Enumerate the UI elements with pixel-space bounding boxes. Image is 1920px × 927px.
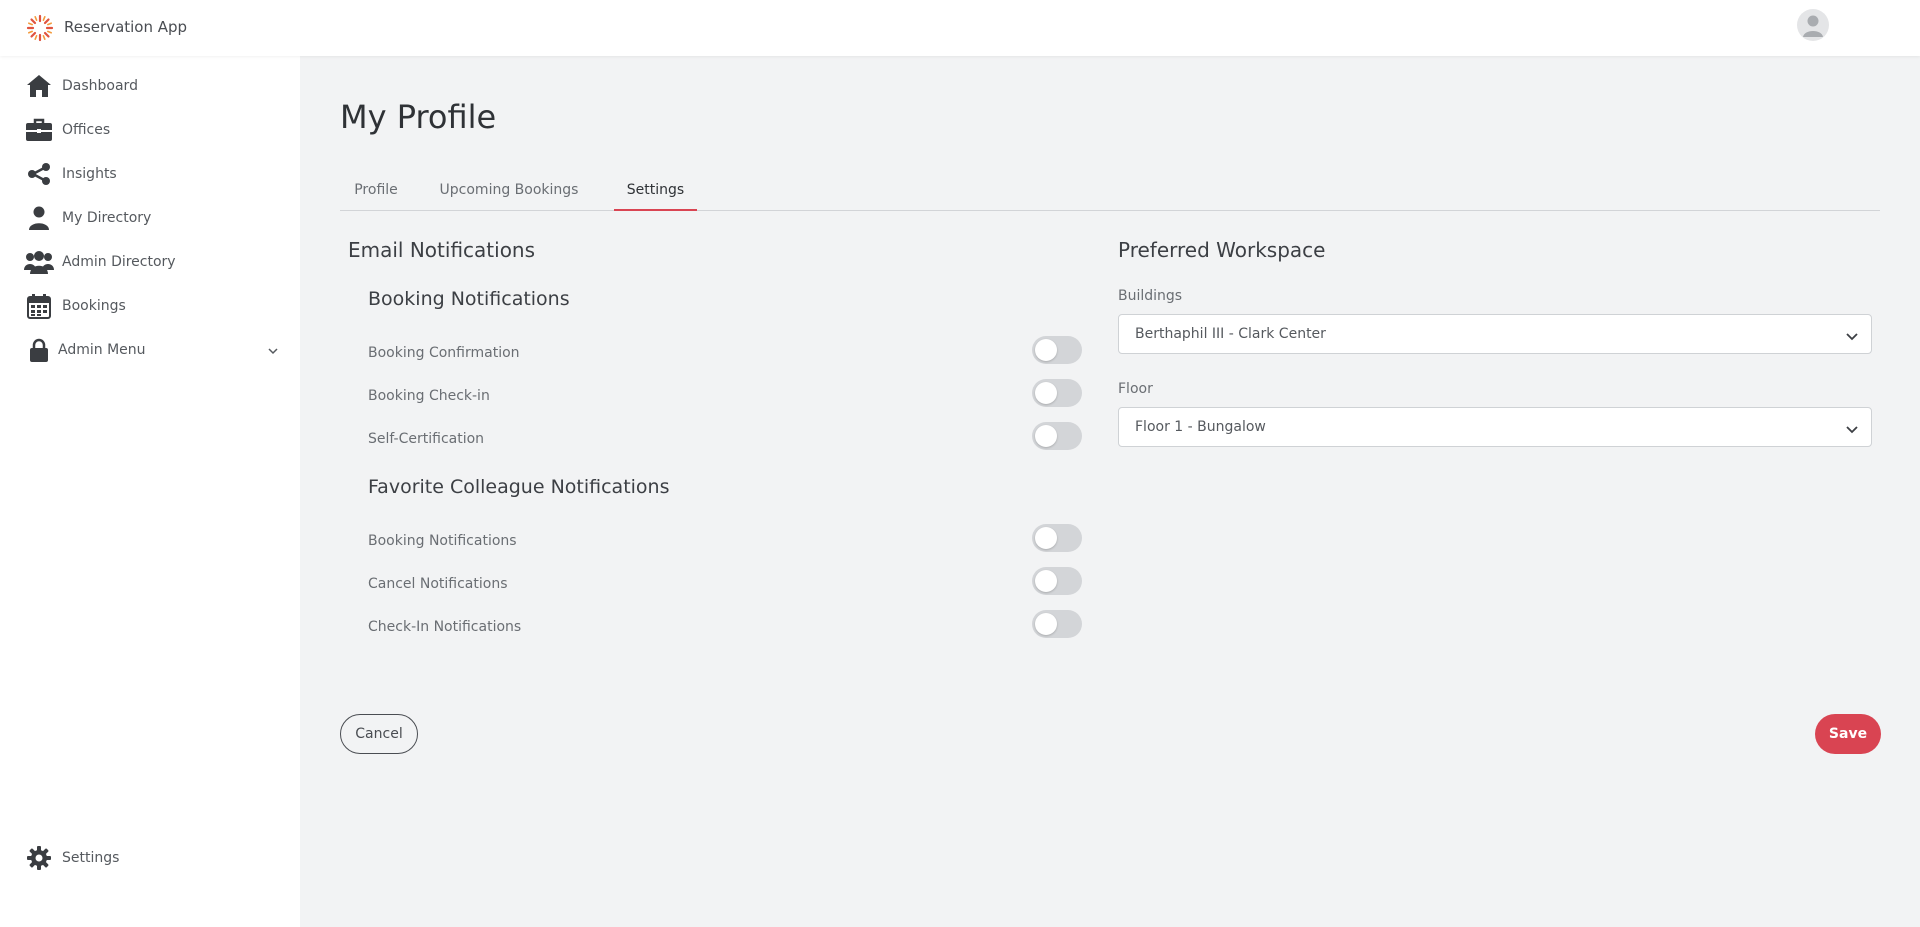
chevron-down-icon	[1845, 421, 1859, 435]
sidebar-item-admin-menu[interactable]: Admin Menu	[0, 330, 300, 370]
user-icon	[24, 203, 54, 233]
tab-profile[interactable]: Profile	[340, 170, 412, 211]
buildings-label: Buildings	[1118, 288, 1183, 304]
buildings-selected-value: Berthaphil III - Clark Center	[1135, 326, 1326, 342]
booking-confirmation-label: Booking Confirmation	[368, 345, 520, 361]
sidebar-item-label: Admin Directory	[62, 254, 176, 270]
sidebar-settings-label: Settings	[62, 850, 120, 866]
check-in-notifications-label: Check-In Notifications	[368, 619, 522, 635]
sidebar-item-bookings[interactable]: Bookings	[0, 286, 300, 326]
self-certification-label: Self-Certification	[368, 431, 485, 447]
buildings-select[interactable]: Berthaphil III - Clark Center	[1118, 314, 1872, 354]
app-title: Reservation App	[64, 18, 188, 36]
sidebar: Dashboard Offices Insights My Directory …	[0, 56, 300, 927]
booking-check-in-toggle[interactable]	[1032, 379, 1082, 407]
cancel-button[interactable]: Cancel	[340, 714, 418, 754]
briefcase-icon	[24, 115, 54, 145]
self-certification-toggle[interactable]	[1032, 422, 1082, 450]
colleague-booking-notifications-toggle[interactable]	[1032, 524, 1082, 552]
booking-check-in-label: Booking Check-in	[368, 388, 490, 404]
booking-confirmation-toggle[interactable]	[1032, 336, 1082, 364]
calendar-icon	[24, 291, 54, 321]
sidebar-item-my-directory[interactable]: My Directory	[0, 198, 300, 238]
user-avatar[interactable]	[1797, 9, 1829, 41]
sidebar-item-offices[interactable]: Offices	[0, 110, 300, 150]
sidebar-item-settings[interactable]: Settings	[0, 838, 300, 878]
toggle-knob	[1035, 613, 1057, 635]
sidebar-item-label: Insights	[62, 166, 117, 182]
top-bar: Reservation App	[0, 0, 1920, 56]
sidebar-item-label: Dashboard	[62, 78, 138, 94]
tab-bar: Profile Upcoming Bookings Settings	[340, 170, 1880, 211]
cancel-notifications-label: Cancel Notifications	[368, 576, 508, 592]
sidebar-item-label: Offices	[62, 122, 111, 138]
email-notifications-heading: Email Notifications	[348, 238, 536, 262]
floor-select[interactable]: Floor 1 - Bungalow	[1118, 407, 1872, 447]
colleague-booking-notifications-label: Booking Notifications	[368, 533, 517, 549]
floor-selected-value: Floor 1 - Bungalow	[1135, 419, 1266, 435]
sidebar-item-admin-directory[interactable]: Admin Directory	[0, 242, 300, 282]
preferred-workspace-heading: Preferred Workspace	[1118, 238, 1326, 262]
check-in-notifications-toggle[interactable]	[1032, 610, 1082, 638]
home-icon	[24, 71, 54, 101]
save-button[interactable]: Save	[1815, 714, 1881, 754]
main-content: My Profile Profile Upcoming Bookings Set…	[300, 56, 1920, 927]
favorite-colleague-notifications-heading: Favorite Colleague Notifications	[368, 476, 670, 498]
toggle-knob	[1035, 339, 1057, 361]
sidebar-item-dashboard[interactable]: Dashboard	[0, 66, 300, 106]
app-logo-icon[interactable]	[26, 14, 54, 42]
sidebar-item-label: Admin Menu	[58, 342, 146, 358]
cancel-notifications-toggle[interactable]	[1032, 567, 1082, 595]
sidebar-item-insights[interactable]: Insights	[0, 154, 300, 194]
toggle-knob	[1035, 382, 1057, 404]
toggle-knob	[1035, 425, 1057, 447]
toggle-knob	[1035, 570, 1057, 592]
users-icon	[24, 247, 54, 277]
floor-label: Floor	[1118, 381, 1153, 397]
chevron-down-icon[interactable]	[266, 343, 280, 357]
share-icon	[24, 159, 54, 189]
tab-upcoming-bookings[interactable]: Upcoming Bookings	[420, 170, 598, 211]
chevron-down-icon	[1845, 328, 1859, 342]
lock-icon	[24, 335, 54, 365]
gear-icon	[24, 843, 54, 873]
sidebar-item-label: My Directory	[62, 210, 152, 226]
sidebar-item-label: Bookings	[62, 298, 126, 314]
toggle-knob	[1035, 527, 1057, 549]
page-title: My Profile	[340, 98, 497, 136]
booking-notifications-heading: Booking Notifications	[368, 288, 570, 310]
tab-settings[interactable]: Settings	[614, 170, 697, 211]
